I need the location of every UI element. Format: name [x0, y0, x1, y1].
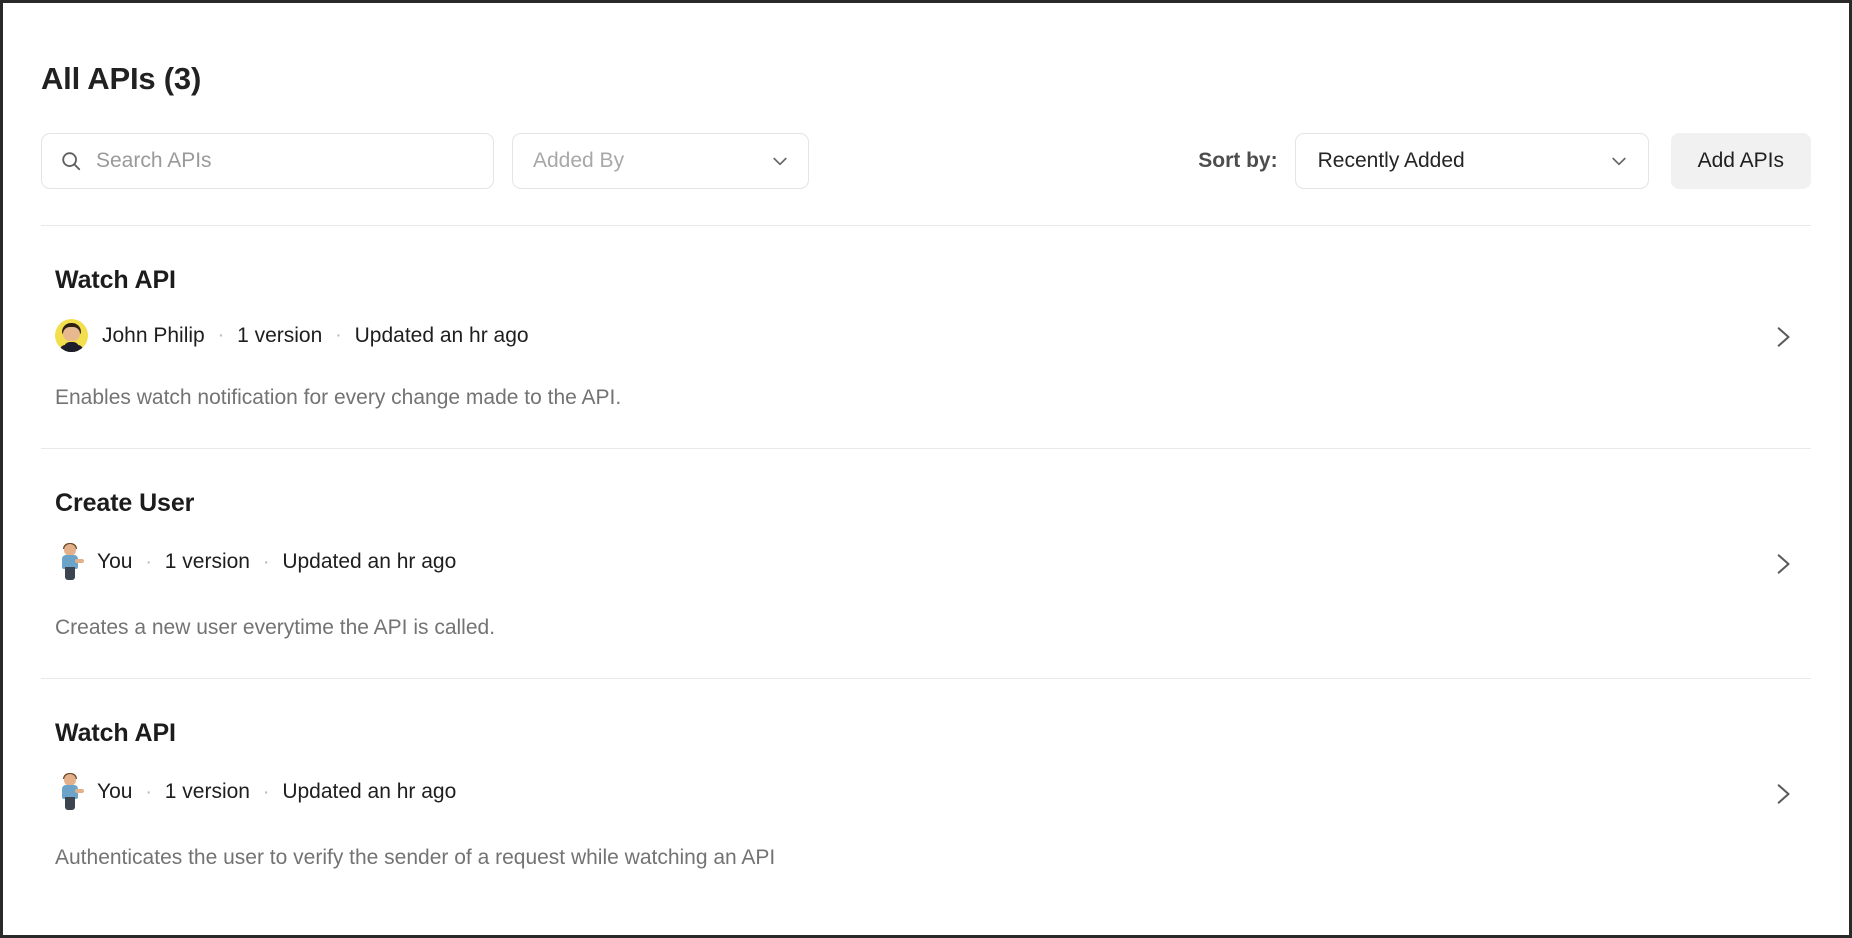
avatar — [55, 772, 85, 812]
api-meta: You · 1 version · Updated an hr ago — [55, 542, 1811, 582]
api-version-count: 1 version — [237, 323, 323, 347]
chevron-right-icon[interactable] — [1769, 324, 1795, 350]
api-updated-time: Updated an hr ago — [354, 323, 529, 347]
all-apis-page: All APIs (3) Added By — [3, 3, 1849, 935]
api-name: Watch API — [55, 266, 176, 294]
sort-by-value: Recently Added — [1317, 149, 1465, 172]
chevron-right-icon[interactable] — [1769, 551, 1795, 577]
sort-by-dropdown[interactable]: Recently Added — [1294, 133, 1649, 189]
add-apis-button[interactable]: Add APIs — [1670, 133, 1811, 189]
list-item[interactable]: Watch API You · 1 version · Updated an h… — [41, 679, 1811, 908]
meta-separator: · — [262, 781, 270, 803]
api-name: Watch API — [55, 719, 176, 748]
list-item[interactable]: Watch API John Philip · 1 version · Upda… — [41, 226, 1811, 448]
api-description: Enables watch notification for every cha… — [55, 386, 622, 409]
meta-separator: · — [217, 325, 225, 346]
avatar — [55, 319, 88, 352]
api-meta: John Philip · 1 version · Updated an hr … — [55, 319, 1811, 352]
meta-separator: · — [145, 551, 152, 573]
api-version-count: 1 version — [164, 550, 250, 574]
screenshot-frame: All APIs (3) Added By — [0, 0, 1852, 938]
api-author: John Philip — [102, 323, 205, 347]
api-updated-time: Updated an hr ago — [282, 550, 457, 574]
chevron-right-icon[interactable] — [1769, 781, 1795, 807]
api-author: You — [97, 780, 133, 804]
meta-separator: · — [145, 781, 152, 803]
api-description: Authenticates the user to verify the sen… — [55, 846, 776, 870]
toolbar-right-group: Sort by: Recently Added Add APIs — [1198, 133, 1811, 189]
meta-separator: · — [262, 551, 270, 573]
avatar — [55, 542, 85, 582]
meta-separator: · — [335, 325, 342, 346]
search-input-wrapper[interactable] — [41, 133, 494, 189]
search-input[interactable] — [96, 149, 475, 173]
api-list: Watch API John Philip · 1 version · Upda… — [41, 226, 1811, 909]
api-name: Create User — [55, 489, 195, 518]
api-description: Creates a new user everytime the API is … — [55, 616, 496, 640]
added-by-filter-label: Added By — [533, 149, 625, 172]
chevron-down-icon — [1609, 151, 1629, 171]
search-icon — [60, 150, 82, 172]
api-author: You — [97, 550, 133, 574]
list-item[interactable]: Create User You · 1 version · Updated an… — [41, 449, 1811, 678]
chevron-down-icon — [770, 151, 790, 171]
page-title: All APIs (3) — [41, 61, 202, 96]
toolbar: Added By Sort by: Recently Added — [41, 133, 1811, 189]
api-version-count: 1 version — [164, 780, 250, 804]
api-updated-time: Updated an hr ago — [282, 780, 457, 804]
sort-by-label: Sort by: — [1198, 149, 1278, 172]
added-by-filter-dropdown[interactable]: Added By — [512, 133, 809, 189]
api-meta: You · 1 version · Updated an hr ago — [55, 772, 1811, 812]
